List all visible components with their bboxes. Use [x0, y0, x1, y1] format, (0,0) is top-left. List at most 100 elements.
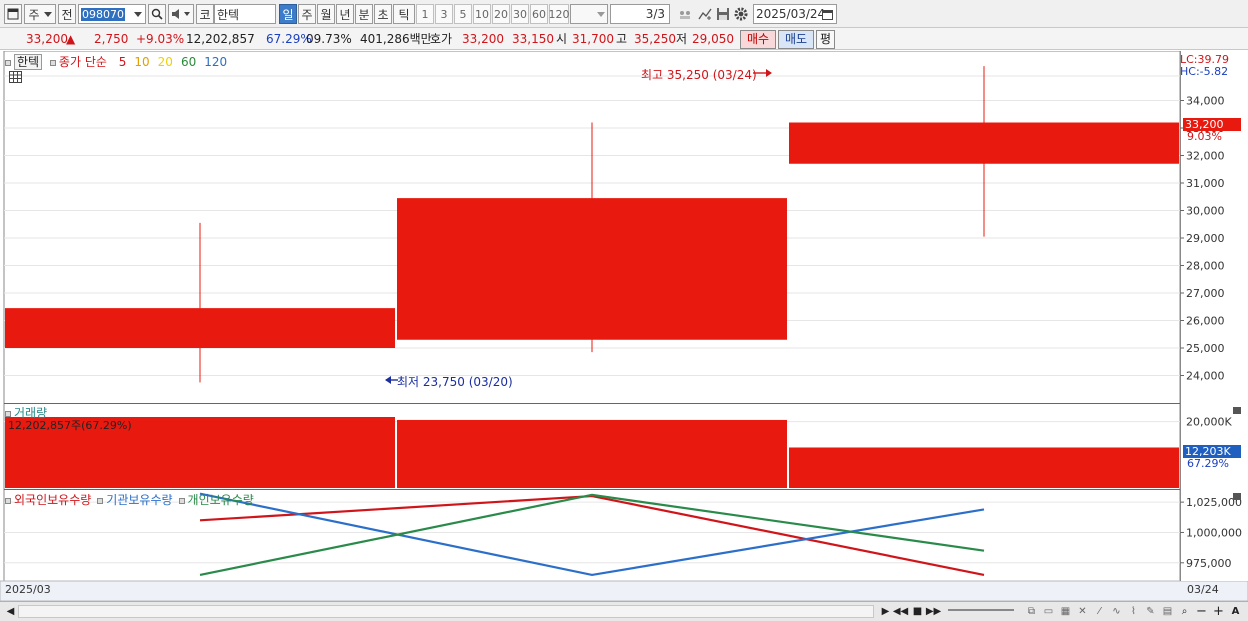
tab-period[interactable]: 주 — [298, 4, 316, 24]
rewind-icon[interactable]: ◀◀ — [893, 604, 908, 619]
volume-value-label: 12,202,857주(67.29%) — [8, 419, 132, 432]
line-tool-icon[interactable]: ⁄ — [1092, 604, 1107, 619]
stock-code-value: 098070 — [81, 7, 125, 21]
holding-axis-label: 1,000,000 — [1186, 526, 1242, 539]
open-price: 31,700 — [572, 32, 614, 46]
tab-period[interactable]: 초 — [374, 4, 392, 24]
interval-button[interactable]: 20 — [492, 4, 510, 24]
legend-toggle-icon[interactable] — [49, 59, 56, 66]
date-input[interactable]: 2025/03/24 — [753, 4, 837, 24]
legend-toggle-icon[interactable] — [178, 497, 185, 504]
interval-button[interactable]: 30 — [511, 4, 529, 24]
stock-chart[interactable]: 34,00033,00032,00031,00030,00029,00028,0… — [0, 51, 1248, 601]
zoom-out-icon[interactable]: − — [1194, 604, 1209, 619]
crosshair-icon[interactable]: ✕ — [1075, 604, 1090, 619]
tab-period[interactable]: 월 — [317, 4, 335, 24]
scroll-right-icon[interactable]: ▶ — [878, 604, 893, 619]
ma-periods: 5 10 20 60 120 — [111, 55, 227, 69]
tab-period[interactable]: 분 — [355, 4, 373, 24]
indicator-icon — [698, 8, 712, 20]
table-icon[interactable] — [9, 71, 22, 86]
indicator-button[interactable] — [696, 4, 714, 24]
settings-button[interactable] — [732, 4, 750, 24]
low-annotation: 최저 23,750 (03/20) — [397, 375, 513, 389]
chart-type-icon[interactable]: ⌇ — [1126, 604, 1141, 619]
holding-legend-label: 기관보유수량 — [106, 493, 173, 507]
ma-period-label[interactable]: 5 — [119, 55, 127, 69]
price-axis-label: 28,000 — [1186, 260, 1225, 273]
tab-period[interactable]: 년 — [336, 4, 354, 24]
grid-icon[interactable]: ▦ — [1058, 604, 1073, 619]
tab-period[interactable]: 틱 — [393, 4, 415, 24]
fast-forward-icon[interactable]: ▶▶ — [926, 604, 941, 619]
scroll-left-icon[interactable]: ◀ — [3, 604, 18, 619]
interval-button[interactable]: 10 — [473, 4, 491, 24]
search-icon[interactable]: ⌕ — [1177, 604, 1192, 619]
gear-icon — [734, 7, 748, 21]
tab-period[interactable]: 일 — [279, 4, 297, 24]
date-value: 2025/03/24 — [756, 7, 826, 21]
ma-period-label[interactable]: 10 — [134, 55, 149, 69]
period-value: 주 — [28, 7, 40, 22]
high-label: 고 — [616, 32, 628, 46]
volume-bar — [789, 447, 1179, 488]
sound-button[interactable] — [168, 4, 194, 24]
legend-toggle-icon[interactable] — [5, 497, 11, 504]
search-icon — [151, 8, 163, 20]
zoom-slider[interactable] — [948, 609, 1014, 611]
prev-label: 전 — [61, 7, 73, 22]
stock-code-input[interactable]: 098070 — [78, 4, 146, 24]
interval-button[interactable]: 5 — [454, 4, 472, 24]
calendar-icon[interactable] — [822, 9, 833, 20]
ask-price: 33,200 — [462, 32, 504, 46]
copy-icon[interactable]: ⧉ — [1024, 604, 1039, 619]
sell-button[interactable]: 매도 — [778, 30, 815, 49]
compare-button[interactable] — [676, 4, 694, 24]
page-indicator-value: 3/3 — [645, 7, 665, 21]
price-axis-label: 26,000 — [1186, 315, 1225, 328]
zoom-in-icon[interactable]: + — [1211, 604, 1226, 619]
page-indicator[interactable]: 3/3 — [610, 4, 670, 24]
stop-icon[interactable]: ■ — [910, 604, 925, 619]
avg-price-button[interactable]: 평 — [816, 30, 836, 49]
x-axis-bar — [0, 580, 1248, 601]
price-axis-label: 29,000 — [1186, 232, 1225, 245]
layers-icon[interactable]: ▤ — [1160, 604, 1175, 619]
interval-button[interactable]: 120 — [549, 4, 570, 24]
market-prefix-label: 코 — [199, 7, 211, 22]
save-button[interactable] — [714, 4, 732, 24]
wave-icon[interactable]: ∿ — [1109, 604, 1124, 619]
ma-period-label[interactable]: 120 — [204, 55, 227, 69]
chevron-down-icon — [43, 11, 52, 17]
x-axis-end-label: 03/24 — [1187, 583, 1219, 596]
ma-period-label[interactable]: 60 — [181, 55, 196, 69]
price-axis-label: 25,000 — [1186, 342, 1225, 355]
period-dropdown[interactable]: 주 — [24, 4, 56, 24]
prev-button[interactable]: 전 — [58, 4, 76, 24]
interval-dropdown[interactable] — [570, 4, 608, 24]
candle-body — [5, 308, 395, 348]
chevron-down-icon[interactable] — [134, 11, 142, 17]
price-axis-label: 31,000 — [1186, 177, 1225, 190]
auto-scale-icon[interactable]: A — [1228, 604, 1243, 619]
legend-toggle-icon[interactable] — [5, 410, 11, 417]
interval-button[interactable]: 60 — [530, 4, 548, 24]
drawing-icon[interactable]: ✎ — [1143, 604, 1158, 619]
search-button[interactable] — [148, 4, 166, 24]
price-axis-label: 34,000 — [1186, 95, 1225, 108]
buy-button[interactable]: 매수 — [740, 30, 777, 49]
stock-name-field[interactable]: 한텍 — [214, 4, 276, 24]
legend-toggle-icon[interactable] — [97, 497, 104, 504]
ma-period-label[interactable]: 20 — [158, 55, 173, 69]
window-icon — [7, 8, 19, 20]
legend-toggle-icon[interactable] — [5, 59, 11, 66]
window-icon[interactable]: ▭ — [1041, 604, 1056, 619]
interval-button[interactable]: 1 — [416, 4, 434, 24]
price-change: 2,750 — [94, 32, 129, 46]
interval-button[interactable]: 3 — [435, 4, 453, 24]
price-change-pct: +9.03% — [136, 32, 185, 46]
layout-icon[interactable] — [4, 4, 22, 24]
volume-bar — [397, 419, 787, 488]
price-axis-label: 24,000 — [1186, 370, 1225, 383]
scroll-track[interactable] — [18, 605, 874, 618]
